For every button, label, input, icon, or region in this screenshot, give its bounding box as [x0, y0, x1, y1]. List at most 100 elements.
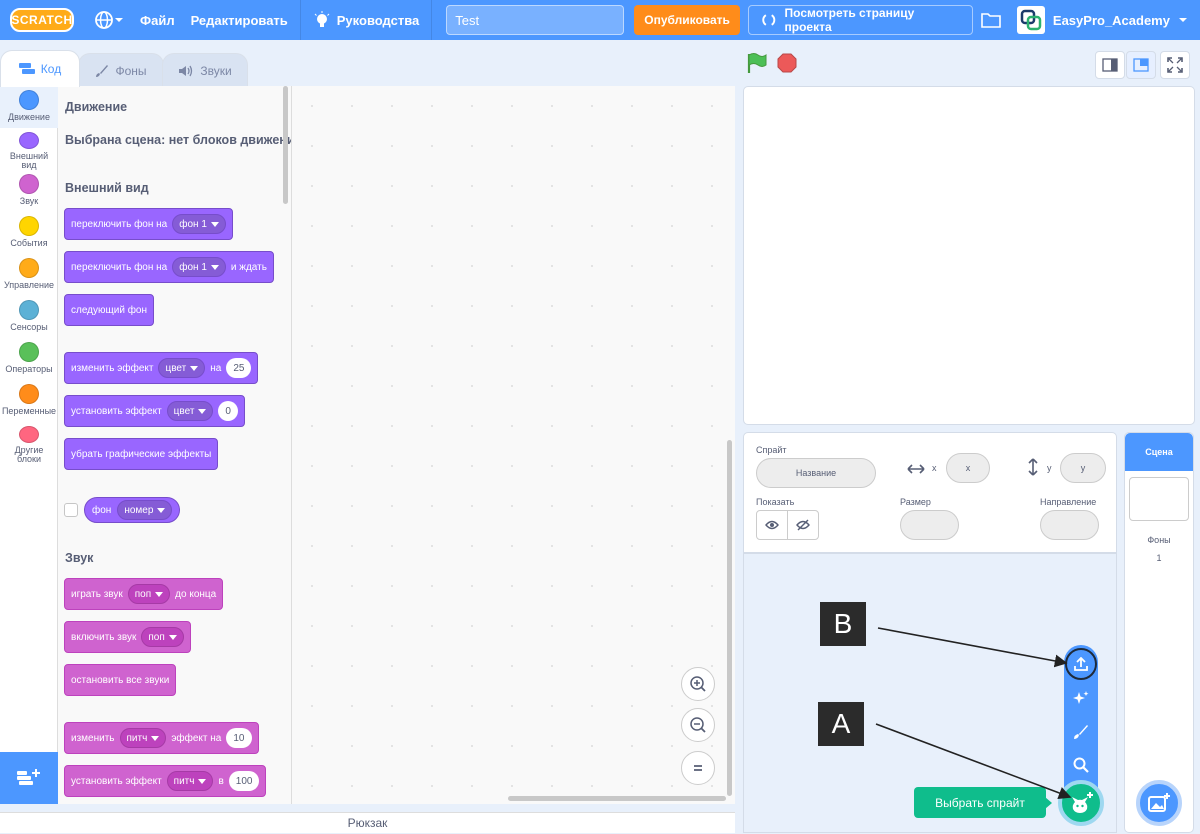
block-change-sound-effect[interactable]: изменить питч эффект на 10	[64, 722, 259, 754]
scratch-logo[interactable]: SCRATCH	[10, 8, 74, 32]
stage-canvas[interactable]	[743, 86, 1195, 425]
upload-sprite-button[interactable]	[1064, 648, 1098, 680]
block-text: включить звук	[71, 631, 137, 643]
sparkle-icon	[1073, 691, 1089, 704]
workspace-vertical-scrollbar[interactable]	[727, 440, 732, 796]
paintbrush-icon	[1074, 725, 1088, 739]
backdrop-dropdown[interactable]: фон 1	[172, 214, 226, 234]
category-motion[interactable]: Движение	[0, 86, 58, 128]
block-text: установить эффект	[71, 775, 162, 787]
category-events[interactable]: События	[0, 212, 58, 254]
block-switch-backdrop-wait[interactable]: переключить фон на фон 1 и ждать	[64, 251, 274, 283]
category-sensing[interactable]: Сенсоры	[0, 296, 58, 338]
category-looks[interactable]: Внешний вид	[0, 128, 58, 170]
sound-dropdown[interactable]: поп	[141, 627, 184, 647]
tutorials-button[interactable]: Руководства	[305, 0, 428, 40]
x-input[interactable]: x	[946, 453, 990, 483]
category-control[interactable]: Управление	[0, 254, 58, 296]
show-sprite-button[interactable]	[756, 510, 788, 540]
search-sprite-button[interactable]	[1064, 749, 1098, 781]
choose-sprite-button[interactable]	[1058, 780, 1104, 826]
direction-input[interactable]	[1040, 510, 1099, 540]
normal-stage-button[interactable]	[1126, 51, 1156, 79]
zoom-in-button[interactable]	[681, 667, 715, 701]
backpack[interactable]: Рюкзак	[0, 812, 735, 833]
palette-scrollbar[interactable]	[283, 86, 288, 204]
block-switch-backdrop[interactable]: переключить фон на фон 1	[64, 208, 233, 240]
sound-effect-dropdown[interactable]: питч	[119, 728, 167, 748]
effect-dropdown[interactable]: цвет	[158, 358, 206, 378]
tab-sounds[interactable]: Звуки	[162, 53, 248, 87]
y-input[interactable]: y	[1060, 453, 1106, 483]
category-my-blocks[interactable]: Другие блоки	[0, 422, 58, 464]
see-project-page-button[interactable]: Посмотреть страницу проекта	[747, 5, 973, 35]
tab-sounds-label: Звуки	[200, 63, 232, 78]
search-icon	[1073, 757, 1089, 773]
block-text: следующий фон	[71, 304, 148, 316]
stop-button[interactable]	[777, 53, 797, 78]
project-title-input[interactable]	[446, 5, 625, 35]
number-input[interactable]: 25	[226, 358, 252, 378]
add-extension-button[interactable]	[0, 752, 58, 804]
size-input[interactable]	[900, 510, 959, 540]
category-variables[interactable]: Переменные	[0, 380, 58, 422]
avatar	[1016, 6, 1045, 34]
block-change-effect[interactable]: изменить эффект цвет на 25	[64, 352, 259, 384]
paint-sprite-button[interactable]	[1064, 716, 1098, 748]
sprite-info-panel: Спрайт Название x x y y Показать Размер …	[743, 432, 1117, 553]
block-text: эффект на	[171, 732, 222, 744]
sound-dropdown[interactable]: поп	[127, 584, 171, 604]
monitor-checkbox[interactable]	[64, 503, 78, 517]
number-input[interactable]: 0	[218, 401, 238, 421]
green-flag-button[interactable]	[746, 52, 768, 79]
choose-sprite-tooltip: Выбрать спрайт	[914, 787, 1046, 818]
backdrop-property-dropdown[interactable]: номер	[117, 500, 173, 520]
block-text: играть звук	[71, 588, 123, 600]
category-dot	[19, 132, 39, 149]
block-set-sound-effect[interactable]: установить эффект питч в 100	[64, 765, 267, 797]
edit-menu[interactable]: Редактировать	[183, 0, 296, 40]
block-clear-effects[interactable]: убрать графические эффекты	[64, 438, 219, 470]
account-menu[interactable]: EasyPro_Academy	[1009, 0, 1200, 40]
backdrop-thumbnail[interactable]	[1129, 477, 1189, 521]
category-label: Движение	[8, 112, 50, 122]
brush-icon	[96, 64, 109, 77]
file-menu[interactable]: Файл	[132, 0, 183, 40]
callout-b: B	[820, 602, 866, 646]
sprite-name-input[interactable]: Название	[756, 458, 876, 488]
language-menu[interactable]	[86, 0, 132, 40]
share-button[interactable]: Опубликовать	[634, 5, 740, 35]
hide-sprite-button[interactable]	[787, 510, 819, 540]
zoom-out-button[interactable]	[681, 708, 715, 742]
add-extension-icon	[17, 769, 40, 785]
block-stop-sounds[interactable]: остановить все звуки	[64, 664, 177, 696]
block-next-backdrop[interactable]: следующий фон	[64, 294, 155, 326]
tab-code[interactable]: Код	[0, 50, 80, 87]
fullscreen-button[interactable]	[1160, 51, 1190, 79]
number-input[interactable]: 100	[228, 771, 260, 791]
x-label: x	[932, 463, 937, 473]
surprise-sprite-button[interactable]	[1064, 682, 1098, 714]
block-play-sound[interactable]: играть звук поп до конца	[64, 578, 224, 610]
looks-heading: Внешний вид	[65, 181, 149, 195]
workspace-horizontal-scrollbar[interactable]	[508, 796, 726, 801]
category-sound[interactable]: Звук	[0, 170, 58, 212]
block-backdrop-reporter[interactable]: фон номер	[84, 497, 181, 523]
editor-tabs: Код Фоны Звуки	[0, 50, 290, 87]
tab-costumes[interactable]: Фоны	[78, 53, 164, 87]
motion-heading: Движение	[65, 100, 128, 114]
stage-selector[interactable]: Сцена Фоны 1	[1124, 432, 1194, 833]
choose-backdrop-button[interactable]	[1136, 780, 1182, 826]
effect-dropdown[interactable]: цвет	[166, 401, 214, 421]
zoom-reset-button[interactable]	[681, 751, 715, 785]
sound-effect-dropdown[interactable]: питч	[166, 771, 214, 791]
number-input[interactable]: 10	[226, 728, 252, 748]
category-operators[interactable]: Операторы	[0, 338, 58, 380]
category-label: Внешний вид	[9, 151, 49, 170]
backdrop-dropdown[interactable]: фон 1	[172, 257, 226, 277]
block-set-effect[interactable]: установить эффект цвет 0	[64, 395, 245, 427]
small-stage-button[interactable]	[1095, 51, 1125, 79]
block-start-sound[interactable]: включить звук поп	[64, 621, 191, 653]
my-stuff-button[interactable]	[973, 0, 1009, 40]
code-workspace[interactable]	[292, 86, 735, 804]
